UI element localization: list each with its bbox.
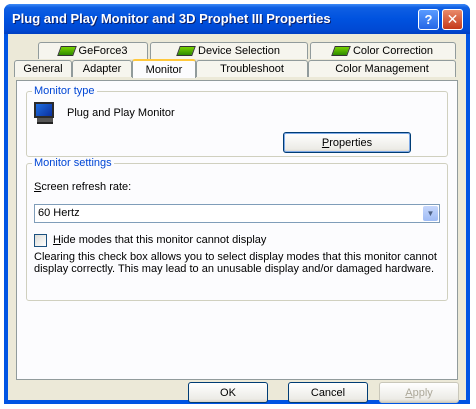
tab-color-management[interactable]: Color Management (308, 60, 456, 77)
tab-geforce3[interactable]: GeForce3 (38, 42, 148, 59)
tab-label: Color Management (335, 63, 429, 75)
ok-button[interactable]: OK (188, 382, 268, 403)
chevron-down-icon[interactable]: ▼ (423, 206, 438, 221)
hide-modes-checkbox[interactable] (34, 234, 47, 247)
hide-modes-label[interactable]: Hide modes that this monitor cannot disp… (53, 234, 266, 246)
window-title: Plug and Play Monitor and 3D Prophet III… (12, 11, 331, 26)
properties-window: Plug and Play Monitor and 3D Prophet III… (4, 4, 470, 404)
tab-label: Device Selection (198, 45, 280, 57)
tab-label: Color Correction (352, 45, 434, 57)
monitor-settings-heading: Monitor settings (32, 157, 114, 169)
refresh-label-text: creen refresh rate: (41, 181, 132, 193)
monitor-tab-panel: Monitor type Plug and Play Monitor Prope… (16, 80, 458, 380)
tab-monitor[interactable]: Monitor (132, 59, 196, 78)
properties-button[interactable]: Properties (283, 132, 411, 153)
properties-label: roperties (329, 136, 373, 149)
refresh-rate-label: Screen refresh rate: (34, 181, 131, 193)
refresh-rate-value: 60 Hertz (38, 207, 80, 219)
cancel-button[interactable]: Cancel (288, 382, 368, 403)
hide-label-text: ide modes that this monitor cannot displ… (60, 234, 267, 246)
tab-label: Troubleshoot (220, 63, 284, 75)
hide-modes-description: Clearing this check box allows you to se… (34, 251, 437, 275)
tab-label: Adapter (82, 63, 122, 75)
monitor-icon (34, 102, 56, 126)
tab-label: Monitor (145, 63, 183, 76)
monitor-type-group: Monitor type Plug and Play Monitor Prope… (26, 85, 448, 157)
device-selection-icon (176, 46, 196, 56)
tab-general[interactable]: General (14, 60, 72, 77)
apply-access-key: A (405, 386, 413, 399)
title-bar[interactable]: Plug and Play Monitor and 3D Prophet III… (4, 4, 470, 34)
refresh-rate-select[interactable]: 60 Hertz ▼ (34, 204, 440, 223)
tab-label: General (23, 63, 63, 75)
monitor-type-heading: Monitor type (32, 85, 97, 97)
geforce-icon (56, 46, 77, 56)
apply-label: pply (412, 386, 433, 399)
tab-adapter[interactable]: Adapter (72, 60, 132, 77)
monitor-settings-group: Monitor settings Screen refresh rate: 60… (26, 157, 448, 301)
properties-access-key: P (321, 136, 330, 149)
tab-device-selection[interactable]: Device Selection (150, 42, 308, 59)
help-button[interactable]: ? (418, 9, 439, 30)
monitor-name: Plug and Play Monitor (67, 107, 175, 119)
apply-button[interactable]: Apply (379, 382, 459, 403)
color-correction-icon (331, 46, 351, 56)
dialog-body: GeForce3 Device Selection Color Correcti… (8, 34, 466, 403)
close-button[interactable]: ✕ (442, 9, 463, 30)
tab-troubleshoot[interactable]: Troubleshoot (196, 60, 308, 77)
tab-label: GeForce3 (78, 45, 128, 57)
hide-access-key: H (53, 234, 61, 246)
tab-color-correction[interactable]: Color Correction (310, 42, 456, 59)
